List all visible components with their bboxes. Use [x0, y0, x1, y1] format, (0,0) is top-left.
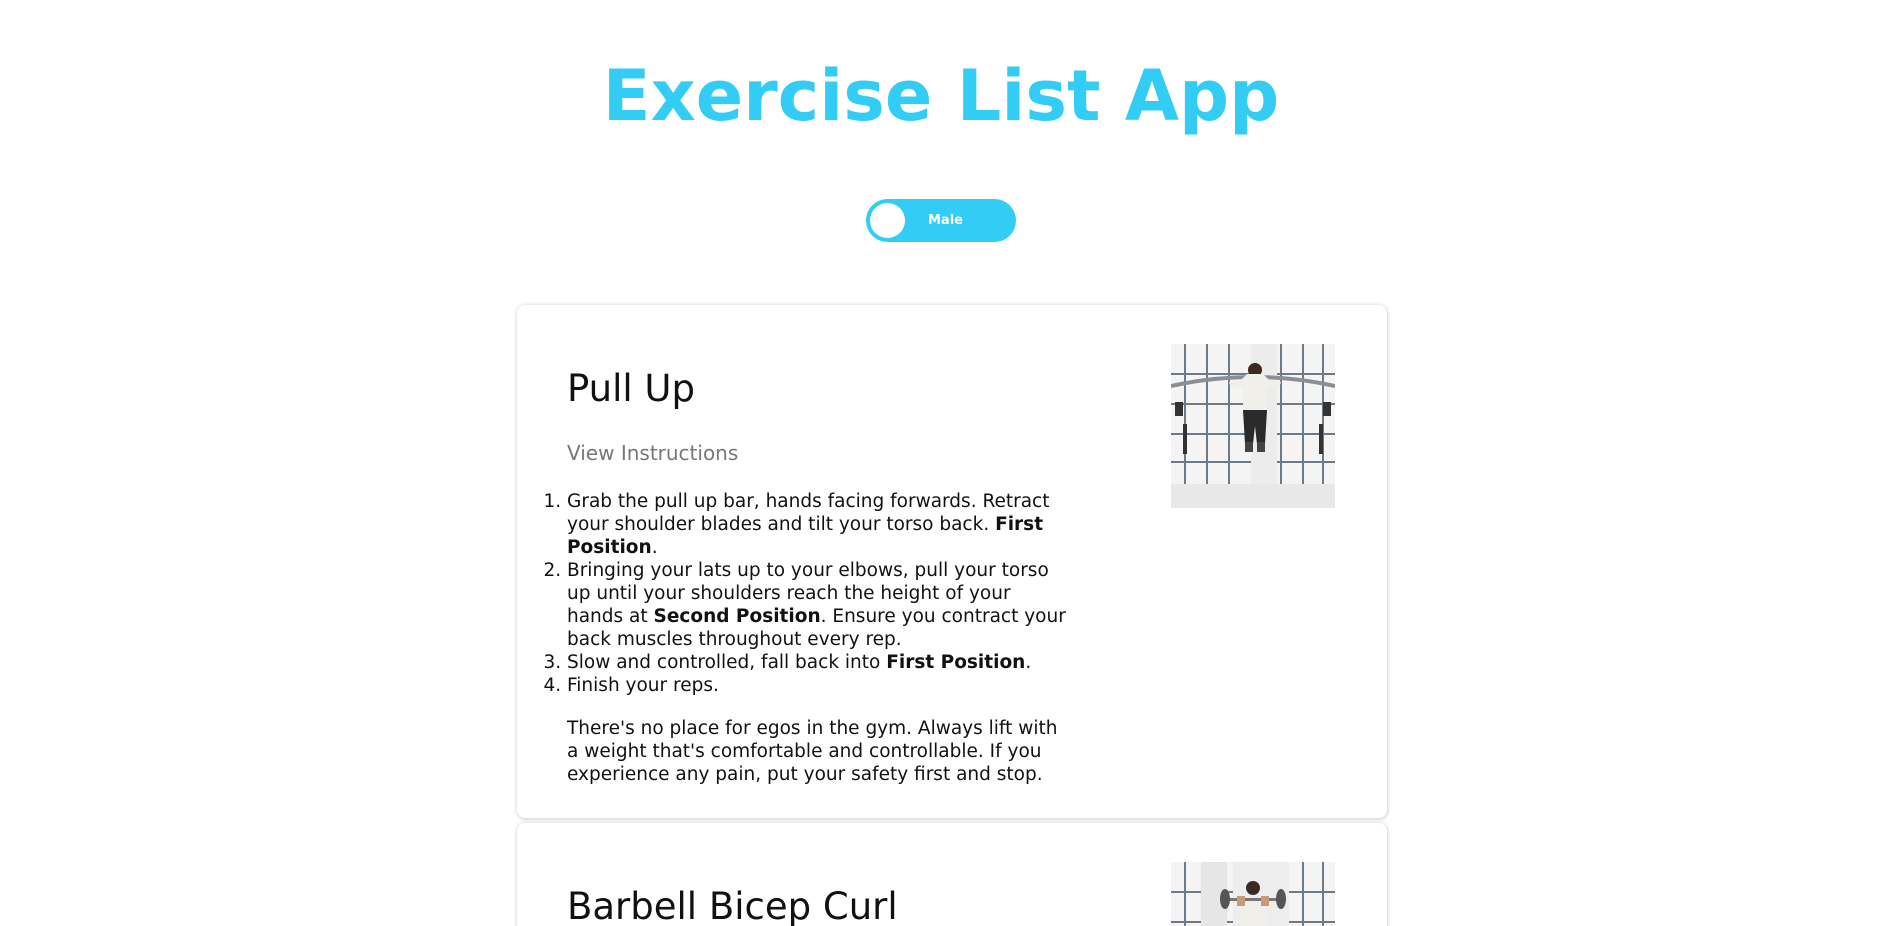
- pull-up-photo: [1171, 344, 1335, 508]
- exercise-title: Pull Up: [567, 367, 696, 410]
- exercise-card-pull-up: Pull Up View Instructions Grab the pull …: [517, 305, 1387, 818]
- instruction-step: Slow and controlled, fall back into Firs…: [567, 651, 1067, 674]
- exercise-card-barbell-bicep-curl: Barbell Bicep Curl: [517, 823, 1387, 926]
- view-instructions-link[interactable]: View Instructions: [567, 441, 738, 465]
- page: Exercise List App Male Pull Up View Inst…: [0, 0, 1882, 926]
- gender-toggle[interactable]: Male: [866, 199, 1016, 242]
- instruction-step: Grab the pull up bar, hands facing forwa…: [567, 490, 1067, 559]
- instruction-steps: Grab the pull up bar, hands facing forwa…: [567, 490, 1067, 697]
- instruction-step: Bringing your lats up to your elbows, pu…: [567, 559, 1067, 651]
- toggle-knob[interactable]: [870, 203, 905, 238]
- exercise-title: Barbell Bicep Curl: [567, 885, 898, 926]
- instruction-step: Finish your reps.: [567, 674, 1067, 697]
- toggle-label: Male: [928, 213, 963, 228]
- app-title: Exercise List App: [602, 55, 1280, 137]
- barbell-curl-photo: [1171, 862, 1335, 926]
- safety-note: There's no place for egos in the gym. Al…: [567, 718, 1058, 785]
